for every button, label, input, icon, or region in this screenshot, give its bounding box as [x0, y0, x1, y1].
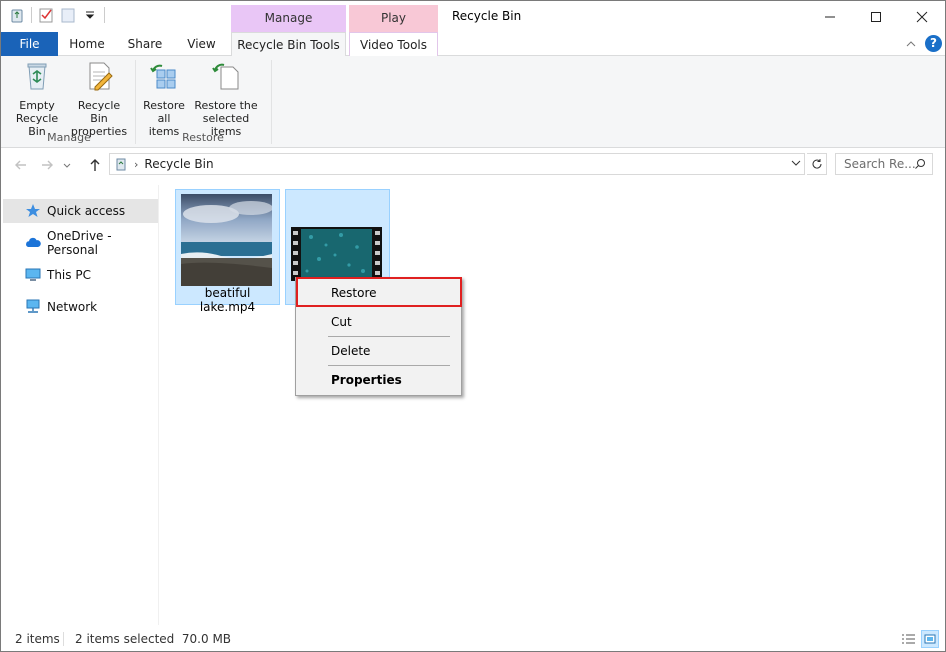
nav-item-label: Network — [47, 300, 98, 314]
search-icon — [915, 159, 925, 169]
contextual-group-play: Play — [349, 5, 438, 32]
nav-item-network[interactable]: Network — [3, 295, 158, 319]
tab-share[interactable]: Share — [116, 32, 174, 56]
new-folder-icon[interactable] — [60, 7, 76, 23]
network-icon — [26, 299, 40, 313]
customize-toolbar-dropdown-icon[interactable] — [82, 7, 98, 23]
beach-thumbnail — [181, 194, 272, 286]
properties-icon — [89, 62, 113, 91]
nav-item-this-pc[interactable]: This PC — [3, 263, 158, 287]
address-bar[interactable]: › Recycle Bin — [109, 153, 805, 175]
computer-icon — [25, 268, 41, 281]
restore-selected-label-1: Restore the — [194, 99, 258, 112]
back-arrow-icon[interactable] — [13, 157, 29, 173]
restore-all-icon — [150, 64, 176, 89]
close-icon — [916, 11, 928, 22]
toolbar-divider — [104, 7, 105, 23]
address-toolbar: › Recycle Bin Search Re... — [1, 149, 945, 181]
minimize-ribbon-icon[interactable] — [904, 37, 918, 51]
large-icons-view-icon — [924, 634, 936, 644]
restore-all-items-button[interactable]: Restore all items — [141, 60, 187, 138]
search-input[interactable]: Search Re... — [835, 153, 933, 175]
up-arrow-icon[interactable] — [87, 157, 103, 173]
video-thumbnail — [291, 227, 382, 281]
nav-item-onedrive[interactable]: OneDrive - Personal — [3, 229, 158, 257]
navigation-pane: Quick access OneDrive - Personal This PC… — [1, 185, 159, 625]
forward-arrow-icon[interactable] — [39, 157, 55, 173]
title-bar: Manage Play Recycle Bin — [1, 1, 945, 32]
contextual-group-manage: Manage — [231, 5, 346, 32]
ribbon-group-restore: Restore — [182, 131, 224, 144]
large-icons-view-button[interactable] — [921, 630, 939, 648]
cloud-icon — [26, 237, 41, 247]
ribbon-panel: Empty Recycle Bin Recycle Bin properties… — [1, 56, 945, 148]
properties-check-icon[interactable] — [38, 7, 54, 23]
empty-recycle-bin-button[interactable]: Empty Recycle Bin — [7, 60, 67, 138]
status-bar: 2 items 2 items selected 70.0 MB — [1, 627, 945, 651]
quick-access-toolbar — [9, 7, 105, 23]
nav-item-quick-access[interactable]: Quick access — [3, 199, 158, 223]
help-icon[interactable]: ? — [925, 35, 942, 52]
menu-item-delete[interactable]: Delete — [298, 339, 459, 363]
nav-item-label: Quick access — [47, 204, 126, 218]
recent-locations-chevron-icon[interactable] — [61, 157, 73, 173]
restore-highlight-box — [296, 277, 462, 307]
ribbon-tabs: File Home Share View Recycle Bin Tools V… — [1, 32, 945, 57]
menu-item-cut[interactable]: Cut — [298, 310, 459, 334]
tab-file[interactable]: File — [1, 32, 58, 56]
file-list: beatiful lake.mp4 — [161, 185, 945, 625]
menu-item-properties[interactable]: Properties — [298, 368, 459, 392]
nav-item-label: OneDrive - Personal — [47, 229, 112, 257]
address-dropdown-icon[interactable] — [791, 158, 801, 168]
toolbar-divider — [31, 7, 32, 23]
restore-selected-icon — [212, 63, 239, 90]
item-count: 2 items — [15, 632, 60, 646]
file-name: beatiful lake.mp4 — [199, 286, 256, 314]
minimize-icon — [825, 16, 835, 17]
ribbon-group-divider — [271, 60, 272, 144]
details-view-icon — [902, 634, 915, 644]
breadcrumb-separator-icon[interactable]: › — [134, 158, 138, 171]
file-item-beatiful-lake[interactable]: beatiful lake.mp4 — [175, 189, 280, 314]
tab-home[interactable]: Home — [58, 32, 116, 56]
refresh-icon — [812, 159, 822, 169]
status-divider — [63, 632, 64, 646]
menu-divider — [328, 365, 450, 366]
recycle-bin-small-icon — [116, 158, 126, 171]
empty-recycle-bin-icon — [27, 63, 47, 90]
window-title: Recycle Bin — [452, 9, 522, 23]
search-placeholder: Search Re... — [844, 157, 916, 171]
restore-all-label-1: Restore — [143, 99, 185, 112]
tab-recycle-bin-tools[interactable]: Recycle Bin Tools — [231, 32, 346, 57]
menu-divider — [328, 336, 450, 337]
ribbon-group-divider — [135, 60, 136, 144]
selection-info: 2 items selected 70.0 MB — [75, 632, 232, 646]
properties-label-1: Recycle Bin — [77, 99, 121, 125]
tab-view[interactable]: View — [174, 32, 229, 56]
refresh-button[interactable] — [807, 153, 827, 175]
restore-selected-items-button[interactable]: Restore the selected items — [189, 60, 263, 138]
empty-recycle-bin-label-1: Empty — [19, 99, 55, 112]
maximize-button[interactable] — [853, 1, 899, 32]
breadcrumb[interactable]: Recycle Bin — [144, 157, 213, 171]
maximize-icon — [871, 11, 881, 22]
nav-item-label: This PC — [47, 268, 91, 282]
details-view-button[interactable] — [899, 630, 917, 648]
close-button[interactable] — [899, 1, 945, 32]
recycle-bin-properties-button[interactable]: Recycle Bin properties — [69, 60, 129, 138]
star-icon — [26, 204, 40, 217]
recycle-bin-icon[interactable] — [9, 7, 25, 23]
minimize-button[interactable] — [807, 1, 853, 32]
tab-video-tools[interactable]: Video Tools — [349, 32, 438, 56]
explorer-window: Manage Play Recycle Bin File Home Share … — [0, 0, 946, 652]
ribbon-group-manage: Manage — [47, 131, 91, 144]
